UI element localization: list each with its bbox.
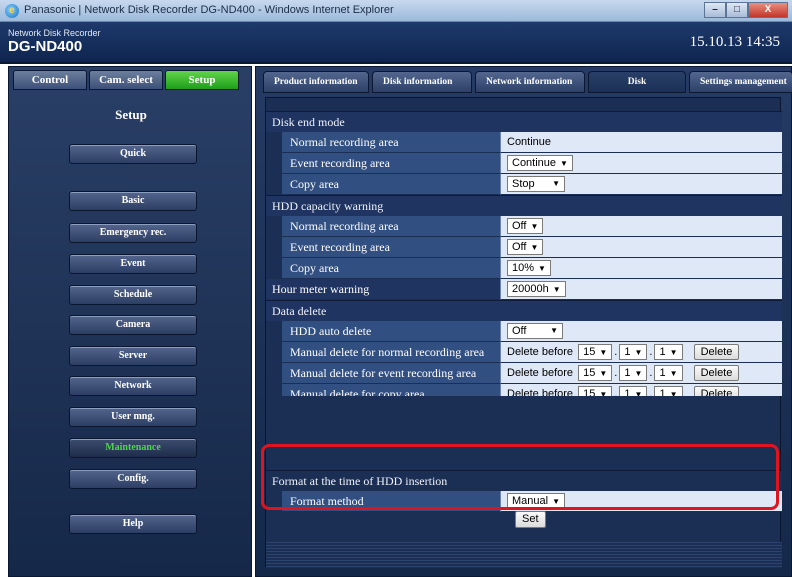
manual-delete-normal-day-select[interactable]: 1 ▼ [654,344,683,360]
disk-end-event-select[interactable]: Continue ▼ [507,155,573,171]
dropdown-arrow-icon: ▼ [669,348,678,357]
dropdown-arrow-icon: ▼ [550,326,558,335]
menu-maintenance-button[interactable]: Maintenance [69,438,197,458]
manual-delete-event-day-select[interactable]: 1 ▼ [654,365,683,381]
menu-server-button[interactable]: Server [69,346,197,366]
dropdown-arrow-icon: ▼ [530,222,539,231]
menu-basic-button[interactable]: Basic [69,191,197,211]
manual-delete-copy-label: Manual delete for copy area [282,384,500,396]
dropdown-arrow-icon: ▼ [552,179,560,188]
brand-subtitle: Network Disk Recorder [8,28,101,38]
left-panel: Control Cam. select Setup Setup Quick Ba… [8,66,252,577]
dropdown-arrow-icon: ▼ [599,348,608,357]
dropdown-arrow-icon: ▼ [552,285,561,294]
setup-title: Setup [115,107,147,122]
menu-schedule-button[interactable]: Schedule [69,285,197,305]
format-method-label: Format method [282,491,500,512]
minimize-button[interactable]: – [704,2,726,18]
dropdown-arrow-icon: ▼ [530,243,539,252]
dropdown-arrow-icon: ▼ [669,390,678,396]
section-format-hdd-insertion: Format at the time of HDD insertion [266,470,782,491]
hdd-warning-normal-label: Normal recording area [282,216,500,237]
internet-explorer-icon: e [5,4,19,18]
hdd-auto-delete-label: HDD auto delete [282,321,500,342]
hdd-warning-normal-select[interactable]: Off ▼ [507,218,544,234]
manual-delete-event-year-select[interactable]: 15 ▼ [578,365,613,381]
menu-event-button[interactable]: Event [69,254,197,274]
delete-before-text: Delete before [507,346,574,358]
dropdown-arrow-icon: ▼ [634,390,643,396]
menu-config-button[interactable]: Config. [69,469,197,489]
section-hdd-capacity-warning: HDD capacity warning [266,195,782,216]
dropdown-arrow-icon: ▼ [634,369,643,378]
window-titlebar: e Panasonic | Network Disk Recorder DG-N… [0,0,792,22]
disk-end-copy-label: Copy area [282,174,500,195]
disk-end-event-label: Event recording area [282,153,500,174]
decorative-stripes [266,542,782,568]
dropdown-arrow-icon: ▼ [538,264,546,273]
tab-settings-management[interactable]: Settings management [689,71,792,93]
menu-user-mng-button[interactable]: User mng. [69,407,197,427]
maximize-button[interactable]: □ [726,2,748,18]
manual-delete-copy-year-select[interactable]: 15 ▼ [578,386,613,396]
dropdown-arrow-icon: ▼ [599,390,608,396]
manual-delete-event-month-select[interactable]: 1 ▼ [619,365,648,381]
disk-settings-content: Disk end mode Normal recording area Cont… [265,97,782,568]
format-method-select[interactable]: Manual ▼ [507,493,565,509]
disk-end-normal-value: Continue [500,132,782,153]
hdd-auto-delete-select[interactable]: Off ▼ [507,323,563,339]
dropdown-arrow-icon: ▼ [552,497,560,506]
menu-quick-button[interactable]: Quick [69,144,197,164]
set-button[interactable]: Set [515,511,546,528]
menu-camera-button[interactable]: Camera [69,315,197,335]
menu-network-button[interactable]: Network [69,376,197,396]
hdd-warning-event-select[interactable]: Off ▼ [507,239,544,255]
manual-delete-normal-month-select[interactable]: 1 ▼ [619,344,648,360]
hour-meter-label: Hour meter warning [266,279,500,300]
hdd-warning-event-label: Event recording area [282,237,500,258]
manual-delete-event-button[interactable]: Delete [693,365,740,381]
disk-end-copy-select[interactable]: Stop ▼ [507,176,565,192]
section-data-delete: Data delete [266,300,782,321]
tab-product-information[interactable]: Product information [263,71,369,93]
tab-control[interactable]: Control [13,70,87,90]
hdd-warning-copy-select[interactable]: 10% ▼ [507,260,551,276]
manual-delete-event-label: Manual delete for event recording area [282,363,500,384]
delete-before-text: Delete before [507,367,574,379]
brand-model: DG-ND400 [8,38,83,55]
menu-help-button[interactable]: Help [69,514,197,534]
manual-delete-normal-year-select[interactable]: 15 ▼ [578,344,613,360]
section-disk-end-mode: Disk end mode [266,111,782,132]
manual-delete-copy-button[interactable]: Delete [693,386,740,396]
manual-delete-copy-day-select[interactable]: 1 ▼ [654,386,683,396]
manual-delete-normal-label: Manual delete for normal recording area [282,342,500,363]
menu-emergency-rec-button[interactable]: Emergency rec. [69,223,197,243]
clock: 15.10.13 14:35 [689,34,780,50]
dropdown-arrow-icon: ▼ [634,348,643,357]
right-panel: Product information Disk information Net… [255,66,792,577]
dropdown-arrow-icon: ▼ [560,159,568,168]
dropdown-arrow-icon: ▼ [669,369,678,378]
close-button[interactable]: X [748,2,788,18]
disk-end-normal-label: Normal recording area [282,132,500,153]
window-title: Panasonic | Network Disk Recorder DG-ND4… [24,4,394,16]
tab-network-information[interactable]: Network information [475,71,585,93]
delete-before-text: Delete before [507,388,574,396]
app-header: Network Disk Recorder DG-ND400 15.10.13 … [0,22,792,64]
tab-disk[interactable]: Disk [588,71,686,93]
tab-setup[interactable]: Setup [165,70,239,90]
hour-meter-select[interactable]: 20000h ▼ [507,281,566,297]
manual-delete-normal-button[interactable]: Delete [693,344,740,360]
tab-cam-select[interactable]: Cam. select [89,70,163,90]
manual-delete-copy-month-select[interactable]: 1 ▼ [619,386,648,396]
dropdown-arrow-icon: ▼ [599,369,608,378]
hdd-warning-copy-label: Copy area [282,258,500,279]
tab-disk-information[interactable]: Disk information [372,71,472,93]
